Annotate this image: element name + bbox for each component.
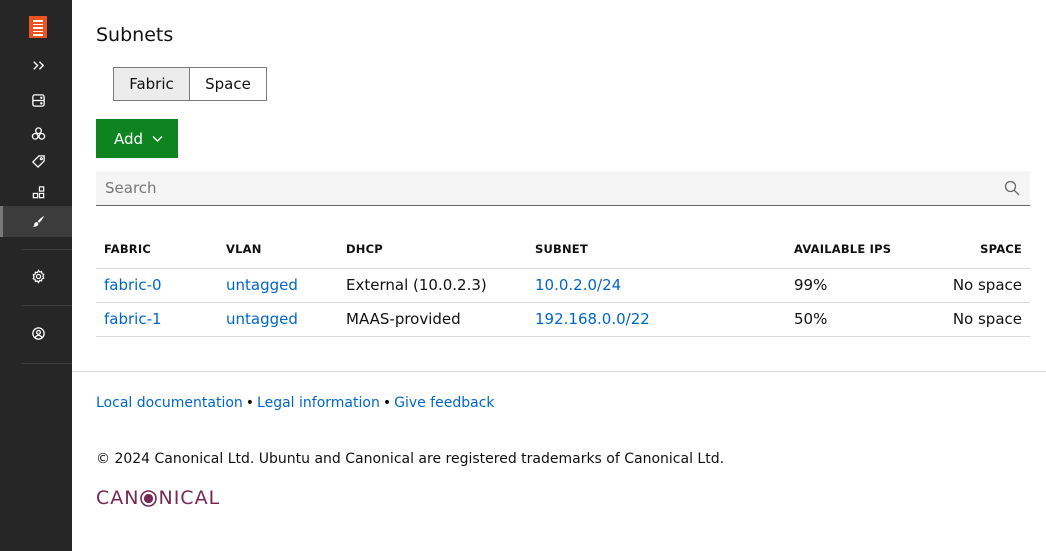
separator: •: [245, 395, 255, 411]
separator: •: [382, 395, 392, 411]
fabric-link[interactable]: fabric-0: [96, 268, 218, 303]
vlan-link[interactable]: untagged: [218, 302, 338, 337]
brand-text-after: NICAL: [158, 487, 221, 509]
subnet-link[interactable]: 10.0.2.0/24: [527, 268, 786, 303]
available-ips-value: 50%: [786, 302, 930, 337]
canonical-logo: CAN NICAL: [96, 486, 220, 510]
sidebar: [0, 0, 72, 551]
page-title: Subnets: [96, 24, 174, 46]
search-icon[interactable]: [1004, 180, 1020, 196]
group-by-fabric-button[interactable]: Fabric: [114, 68, 190, 100]
column-header-subnet[interactable]: SUBNET: [527, 230, 786, 269]
column-header-space[interactable]: SPACE: [930, 230, 1030, 269]
sidebar-divider: [22, 305, 72, 306]
footer-divider: [72, 371, 1046, 372]
expand-icon[interactable]: [26, 53, 50, 77]
sidebar-divider: [22, 363, 72, 364]
column-header-available-ips[interactable]: AVAILABLE IPS: [786, 230, 930, 269]
sidebar-divider: [22, 249, 72, 250]
table-row: fabric-0 untagged External (10.0.2.3) 10…: [96, 268, 1030, 303]
space-value: No space: [930, 302, 1030, 337]
space-value: No space: [930, 268, 1030, 303]
search-box: [96, 171, 1030, 206]
fabric-link[interactable]: fabric-1: [96, 302, 218, 337]
sidebar-item-networking[interactable]: [0, 206, 72, 237]
brand-text-before: CAN: [96, 487, 140, 509]
dhcp-value: MAAS-provided: [338, 302, 527, 337]
dhcp-value: External (10.0.2.3): [338, 268, 527, 303]
column-header-dhcp[interactable]: DHCP: [338, 230, 527, 269]
subnet-link[interactable]: 192.168.0.0/22: [527, 302, 786, 337]
group-by-toggle: Fabric Space: [113, 67, 267, 101]
available-ips-value: 99%: [786, 268, 930, 303]
search-input[interactable]: [96, 171, 996, 205]
column-header-vlan[interactable]: VLAN: [218, 230, 338, 269]
add-button-label: Add: [114, 129, 144, 148]
local-documentation-link[interactable]: Local documentation: [96, 395, 243, 411]
settings-icon[interactable]: [26, 264, 50, 288]
legal-information-link[interactable]: Legal information: [257, 395, 380, 411]
table-header-row: FABRIC VLAN DHCP SUBNET AVAILABLE IPS SP…: [96, 230, 1030, 269]
zones-icon[interactable]: [26, 180, 50, 204]
column-header-fabric[interactable]: FABRIC: [96, 230, 218, 269]
subnets-table: FABRIC VLAN DHCP SUBNET AVAILABLE IPS SP…: [96, 230, 1030, 337]
tags-icon[interactable]: [26, 149, 50, 173]
machines-icon[interactable]: [26, 88, 50, 112]
footer-links: Local documentation • Legal information • Gi…: [96, 395, 495, 411]
copyright-text: © 2024 Canonical Ltd. Ubuntu and Canonic…: [96, 451, 725, 467]
vlan-link[interactable]: untagged: [218, 268, 338, 303]
add-button[interactable]: Add: [96, 119, 178, 158]
table-row: fabric-1 untagged MAAS-provided 192.168.…: [96, 302, 1030, 337]
account-icon[interactable]: [26, 321, 50, 345]
give-feedback-link[interactable]: Give feedback: [394, 395, 494, 411]
active-marker: [0, 206, 3, 237]
maas-logo-icon[interactable]: [29, 16, 47, 38]
networking-icon[interactable]: [26, 209, 50, 233]
canonical-circle-icon: [140, 489, 158, 507]
group-by-space-button[interactable]: Space: [190, 68, 266, 100]
pools-icon[interactable]: [26, 121, 50, 145]
chevron-down-icon: [152, 135, 163, 142]
